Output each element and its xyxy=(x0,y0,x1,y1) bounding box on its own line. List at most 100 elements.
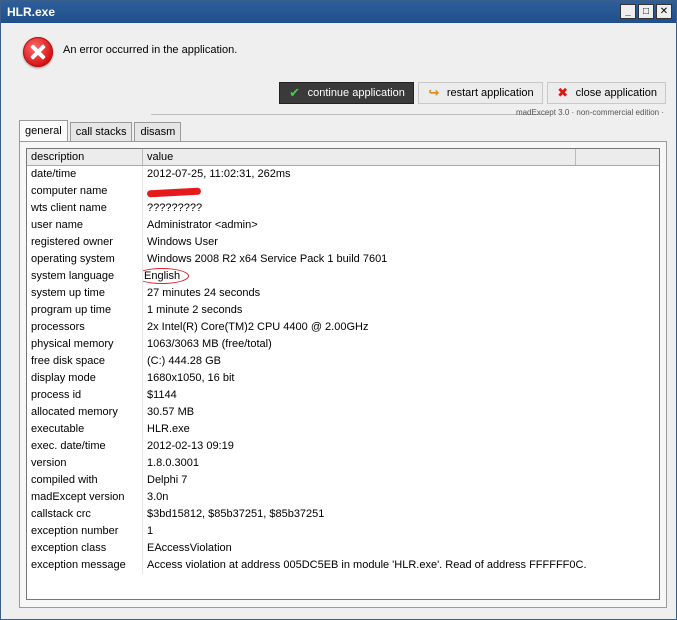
row-description: processors xyxy=(27,319,143,336)
row-value: Windows 2008 R2 x64 Service Pack 1 build… xyxy=(147,253,388,265)
row-value: Access violation at address 005DC5EB in … xyxy=(147,559,587,571)
table-row[interactable]: processors 2x Intel(R) Core(TM)2 CPU 4400… xyxy=(27,319,659,336)
row-description: system up time xyxy=(27,285,143,302)
restart-application-button[interactable]: ↪ restart application xyxy=(417,82,543,104)
info-grid[interactable]: description value date/time 2012-07-25, 1… xyxy=(26,148,660,600)
row-description: version xyxy=(27,455,143,472)
separator-line xyxy=(151,114,548,115)
table-row[interactable]: registered owner Windows User xyxy=(27,234,659,251)
window-title: HLR.exe xyxy=(7,5,56,19)
row-value: English xyxy=(143,268,659,285)
table-row[interactable]: date/time 2012-07-25, 11:02:31, 262ms xyxy=(27,166,659,183)
maximize-button[interactable]: □ xyxy=(638,4,654,19)
tab-call-stacks[interactable]: call stacks xyxy=(69,122,133,141)
checkmark-icon: ✔ xyxy=(289,85,301,100)
error-dialog-window: HLR.exe _ □ ✕ An error occurred in the a… xyxy=(0,0,677,620)
row-value: ????????? xyxy=(147,202,203,214)
row-value: EAccessViolation xyxy=(147,542,232,554)
row-value: Administrator <admin> xyxy=(147,219,258,231)
table-row[interactable]: exception class EAccessViolation xyxy=(27,540,659,557)
row-description: madExcept version xyxy=(27,489,143,506)
table-row[interactable]: computer name xyxy=(27,183,659,200)
row-description: exception class xyxy=(27,540,143,557)
grid-rows: date/time 2012-07-25, 11:02:31, 262ms comp… xyxy=(27,166,659,574)
annotation-circle: English xyxy=(143,268,190,284)
row-description: wts client name xyxy=(27,200,143,217)
row-value: 2012-02-13 09:19 xyxy=(147,440,234,452)
row-value: 30.57 MB xyxy=(147,406,195,418)
row-value: $3bd15812, $85b37251, $85b37251 xyxy=(147,508,325,520)
table-row[interactable]: exec. date/time 2012-02-13 09:19 xyxy=(27,438,659,455)
restart-label: restart application xyxy=(446,87,534,99)
table-row[interactable]: operating system Windows 2008 R2 x64 Serv… xyxy=(27,251,659,268)
row-value: HLR.exe xyxy=(147,423,190,435)
row-description: executable xyxy=(27,421,143,438)
row-description: computer name xyxy=(27,183,143,200)
table-row[interactable]: allocated memory 30.57 MB xyxy=(27,404,659,421)
table-row[interactable]: program up time 1 minute 2 seconds xyxy=(27,302,659,319)
table-row[interactable]: exception number 1 xyxy=(27,523,659,540)
madexcept-credit: madExcept 3.0 · non-commercial edition · xyxy=(515,108,664,117)
column-header-filler xyxy=(576,149,659,165)
row-description: process id xyxy=(27,387,143,404)
table-row[interactable]: madExcept version 3.0n xyxy=(27,489,659,506)
table-row[interactable]: system language English xyxy=(27,268,659,285)
row-value: 1680x1050, 16 bit xyxy=(147,372,235,384)
restart-arrow-icon: ↪ xyxy=(428,85,440,100)
table-row[interactable]: free disk space (C:) 444.28 GB xyxy=(27,353,659,370)
close-window-button[interactable]: ✕ xyxy=(656,4,672,19)
table-row[interactable]: display mode 1680x1050, 16 bit xyxy=(27,370,659,387)
table-row[interactable]: executable HLR.exe xyxy=(27,421,659,438)
row-description: operating system xyxy=(27,251,143,268)
tab-disasm[interactable]: disasm xyxy=(134,122,182,141)
error-icon xyxy=(23,37,53,67)
title-bar[interactable]: HLR.exe _ □ ✕ xyxy=(1,1,676,23)
row-description: physical memory xyxy=(27,336,143,353)
row-value: Delphi 7 xyxy=(147,474,188,486)
column-header-description[interactable]: description xyxy=(27,149,143,165)
table-row[interactable]: physical memory 1063/3063 MB (free/total) xyxy=(27,336,659,353)
table-row[interactable]: user name Administrator <admin> xyxy=(27,217,659,234)
table-row[interactable]: exception message Access violation at add… xyxy=(27,557,659,574)
table-row[interactable]: system up time 27 minutes 24 seconds xyxy=(27,285,659,302)
table-row[interactable]: compiled with Delphi 7 xyxy=(27,472,659,489)
row-description: callstack crc xyxy=(27,506,143,523)
row-value: Windows User xyxy=(147,236,218,248)
table-row[interactable]: wts client name????????? xyxy=(27,200,659,217)
row-description: display mode xyxy=(27,370,143,387)
row-value: 1 minute 2 seconds xyxy=(147,304,243,316)
column-header-value[interactable]: value xyxy=(143,149,576,165)
row-value: 1.8.0.3001 xyxy=(147,457,199,469)
row-value: $1144 xyxy=(147,389,177,401)
row-value: 1063/3063 MB (free/total) xyxy=(147,338,272,350)
row-description: user name xyxy=(27,217,143,234)
close-application-button[interactable]: ✖ close application xyxy=(546,82,666,104)
row-description: date/time xyxy=(27,166,143,183)
row-value: 2012-07-25, 11:02:31, 262ms xyxy=(147,168,291,180)
row-value: 2x Intel(R) Core(TM)2 CPU 4400 @ 2.00GHz xyxy=(147,321,369,333)
row-description: registered owner xyxy=(27,234,143,251)
row-description: compiled with xyxy=(27,472,143,489)
row-value: (C:) 444.28 GB xyxy=(147,355,221,367)
tab-panel-general: description value date/time 2012-07-25, 1… xyxy=(19,141,667,608)
row-description: exception message xyxy=(27,557,143,574)
row-value: 1 xyxy=(147,525,154,537)
row-description: system language xyxy=(27,268,143,285)
row-description: exception number xyxy=(27,523,143,540)
row-value: 27 minutes 24 seconds xyxy=(147,287,261,299)
continue-application-button[interactable]: ✔ continue application xyxy=(278,82,414,104)
row-description: exec. date/time xyxy=(27,438,143,455)
row-description: allocated memory xyxy=(27,404,143,421)
table-row[interactable]: process id $1144 xyxy=(27,387,659,404)
close-label: close application xyxy=(575,87,657,99)
row-value: 3.0n xyxy=(147,491,169,503)
error-message: An error occurred in the application. xyxy=(63,44,238,56)
grid-header: description value xyxy=(27,149,659,166)
tab-general[interactable]: general xyxy=(19,120,68,141)
table-row[interactable]: callstack crc $3bd15812, $85b37251, $85b3… xyxy=(27,506,659,523)
redaction-mark xyxy=(146,187,202,198)
tab-bar: general call stacks disasm xyxy=(19,120,183,141)
table-row[interactable]: version 1.8.0.3001 xyxy=(27,455,659,472)
continue-label: continue application xyxy=(307,87,405,99)
minimize-button[interactable]: _ xyxy=(620,4,636,19)
